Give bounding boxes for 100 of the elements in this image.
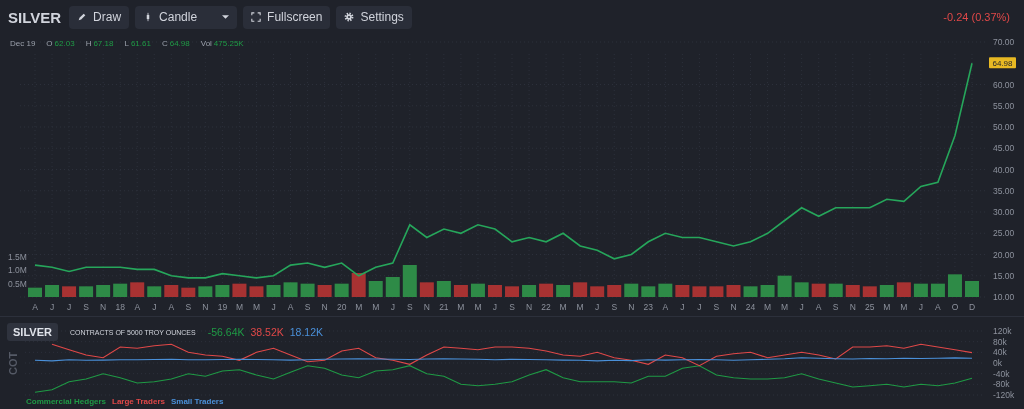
- volume-bar: [947, 274, 962, 297]
- volume-bar: [624, 283, 639, 297]
- date-axis-label: M: [372, 302, 380, 312]
- date-axis-label: M: [474, 302, 482, 312]
- date-axis-label: 21: [439, 302, 449, 312]
- date-axis-label: A: [815, 302, 822, 312]
- ohlc-value: 67.18: [93, 39, 114, 48]
- date-axis-label: A: [32, 302, 38, 312]
- volume-bar: [488, 285, 502, 297]
- cot-reading: -56.64K: [207, 326, 245, 338]
- volume-bar: [470, 283, 485, 297]
- date-axis-label: M: [559, 302, 567, 312]
- date-axis-label: N: [526, 302, 533, 312]
- date-axis-label: O: [951, 302, 959, 312]
- volume-bar: [317, 285, 332, 297]
- volume-bar: [777, 275, 792, 297]
- cot-axis-label: 40k: [993, 347, 1007, 358]
- price-axis-label: 25.00: [993, 228, 1015, 239]
- price-axis-label: 20.00: [993, 249, 1015, 260]
- date-axis-label: M: [355, 302, 363, 312]
- volume-bar: [743, 286, 758, 297]
- volume-bar: [539, 283, 554, 297]
- volume-bar: [266, 285, 281, 297]
- volume-bar: [794, 282, 809, 297]
- volume-bar: [607, 285, 622, 297]
- volume-bar: [79, 286, 94, 297]
- volume-bar: [879, 285, 894, 297]
- date-axis-label: J: [492, 302, 498, 312]
- cot-axis-label: 120k: [993, 326, 1012, 336]
- cot-reading: 18.12K: [289, 326, 324, 338]
- ohlc-value: 64.98: [169, 39, 190, 48]
- legend-item: Commercial Hedgers: [26, 397, 107, 406]
- legend-item: Small Traders: [170, 397, 224, 406]
- settings-button[interactable]: Settings: [336, 5, 412, 29]
- volume-bar: [436, 281, 451, 297]
- last-price-badge: 64.98: [989, 57, 1016, 69]
- cot-axis-label: -120k: [993, 390, 1015, 400]
- volume-axis-label: 1.0M: [8, 265, 27, 276]
- ohlc-value: 61.61: [130, 39, 151, 48]
- cot-reading: 38.52K: [250, 326, 284, 338]
- date-axis-label: 25: [865, 302, 875, 312]
- date-axis-label: J: [49, 302, 55, 312]
- volume-bar: [300, 283, 315, 297]
- price-axis-label: 50.00: [993, 122, 1015, 132]
- date-axis-label: M: [781, 302, 789, 312]
- price-axis-label: 30.00: [993, 207, 1015, 217]
- date-axis-label: S: [832, 302, 839, 312]
- date-axis-label: J: [271, 302, 276, 312]
- date-axis-label: M: [457, 302, 465, 312]
- price-axis-label: 45.00: [993, 143, 1015, 154]
- volume-bar: [641, 286, 656, 297]
- date-axis-label: A: [662, 302, 669, 312]
- volume-axis-label: 0.5M: [8, 278, 27, 289]
- date-axis-label: N: [100, 302, 107, 312]
- date-axis-label: J: [152, 302, 157, 312]
- volume-bar: [590, 286, 605, 297]
- date-axis-label: J: [66, 302, 72, 312]
- volume-bar: [862, 286, 877, 297]
- volume-bar: [147, 286, 162, 297]
- price-axis-label: 70.00: [993, 37, 1015, 47]
- volume-bar: [232, 283, 247, 297]
- settings-icon: [344, 12, 355, 22]
- date-axis-label: N: [730, 302, 737, 312]
- price-axis-label: 15.00: [993, 270, 1015, 281]
- date-axis-label: N: [849, 302, 856, 312]
- volume-bar: [453, 285, 468, 297]
- ohlc-value: 62.03: [54, 39, 75, 48]
- draw-button[interactable]: Draw: [69, 5, 130, 29]
- volume-bar: [913, 283, 928, 297]
- date-axis-label: N: [321, 302, 328, 312]
- date-axis-label: M: [252, 302, 260, 312]
- symbol-title: SILVER: [8, 8, 62, 26]
- date-axis-label: S: [509, 302, 515, 312]
- date-axis-label: M: [235, 302, 243, 312]
- volume-bar: [215, 285, 230, 297]
- price-axis-label: 55.00: [993, 100, 1015, 111]
- volume-bar: [402, 265, 417, 297]
- fullscreen-button[interactable]: Fullscreen: [243, 5, 331, 29]
- date-axis-label: N: [628, 302, 635, 312]
- volume-bar: [351, 273, 366, 297]
- caret-icon: [222, 14, 230, 20]
- date-axis-label: M: [900, 302, 908, 312]
- date-axis-label: 18: [115, 302, 125, 312]
- date-axis-label: J: [595, 302, 600, 312]
- date-axis-label: 23: [643, 302, 654, 312]
- volume-bar: [96, 285, 111, 297]
- date-axis-label: A: [168, 302, 175, 312]
- volume-bar: [965, 281, 979, 297]
- volume-bar: [522, 285, 537, 297]
- volume-bar: [249, 286, 264, 297]
- chart-type-dropdown[interactable]: Candle: [135, 5, 238, 29]
- cot-axis-label: -80k: [993, 379, 1010, 390]
- price-axis-label: 35.00: [993, 185, 1015, 196]
- volume-bar: [113, 283, 128, 297]
- volume-bar: [505, 286, 519, 297]
- volume-bar: [675, 285, 690, 297]
- date-axis-label: S: [185, 302, 192, 312]
- volume-bar: [419, 282, 434, 297]
- date-axis-label: S: [83, 302, 89, 312]
- symbol-badge: SILVER: [7, 323, 58, 341]
